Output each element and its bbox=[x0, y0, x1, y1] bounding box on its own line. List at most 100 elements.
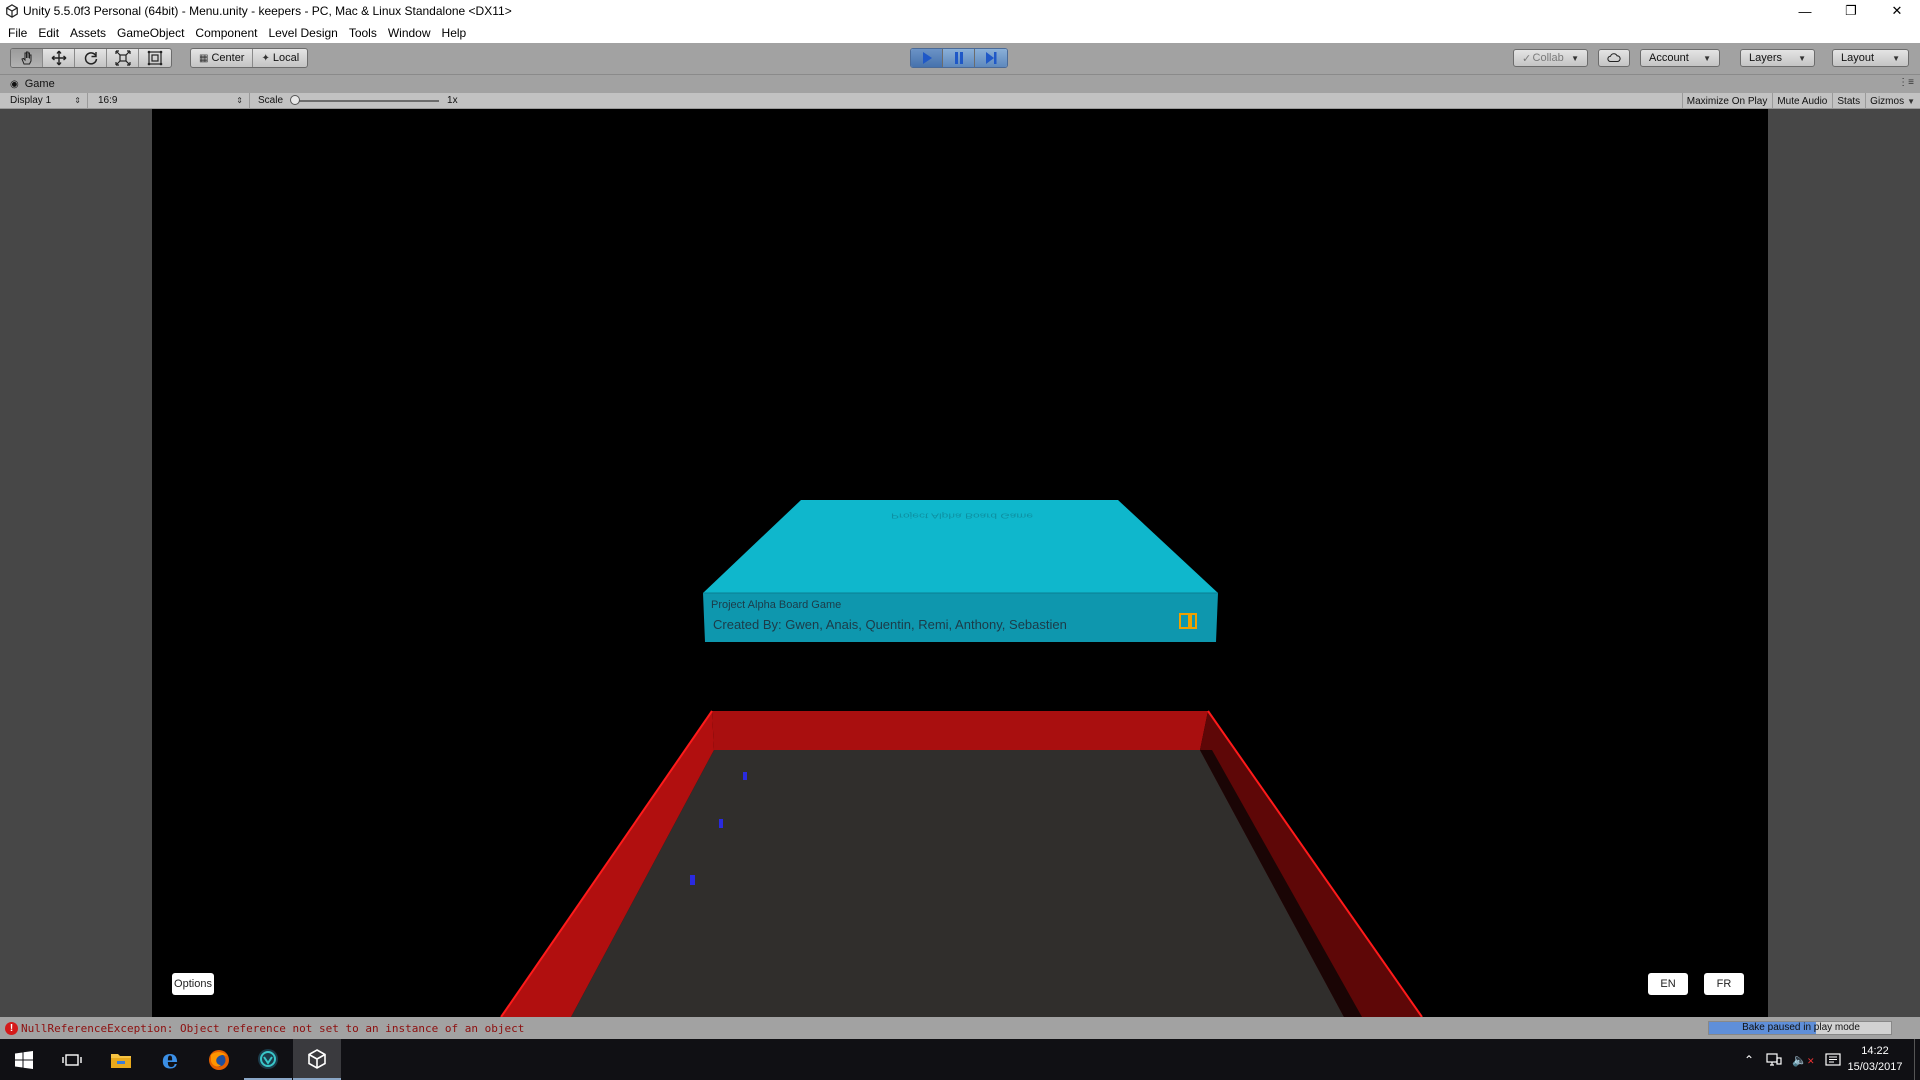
edge-button[interactable]: e bbox=[146, 1039, 194, 1080]
gizmos-dropdown[interactable]: Gizmos ▼ bbox=[1865, 93, 1920, 109]
menu-tools[interactable]: Tools bbox=[344, 26, 383, 40]
edge-icon: e bbox=[161, 1044, 179, 1075]
game-tab-label: Game bbox=[24, 78, 55, 90]
game-view-letterbox-right bbox=[1768, 109, 1920, 1017]
menu-edit[interactable]: Edit bbox=[33, 26, 65, 40]
close-button[interactable]: ✕ bbox=[1874, 0, 1920, 22]
scale-slider-thumb[interactable] bbox=[290, 94, 301, 105]
unity-logo-icon bbox=[6, 4, 18, 18]
restore-button[interactable]: ❐ bbox=[1828, 0, 1874, 22]
notifications-icon[interactable] bbox=[1824, 1052, 1841, 1067]
volume-muted-icon[interactable]: 🔈✕ bbox=[1792, 1053, 1815, 1067]
gizmos-label: Gizmos bbox=[1870, 95, 1905, 107]
check-icon: ✓ bbox=[1522, 52, 1532, 65]
menu-assets[interactable]: Assets bbox=[65, 26, 112, 40]
cloud-button[interactable] bbox=[1598, 49, 1630, 67]
scale-label: Scale bbox=[258, 95, 284, 106]
chevron-down-icon: ▼ bbox=[1703, 53, 1711, 63]
task-view-icon bbox=[62, 1053, 82, 1066]
play-controls bbox=[910, 48, 1008, 68]
transform-tools bbox=[10, 48, 172, 68]
menu-level-design[interactable]: Level Design bbox=[263, 26, 343, 40]
up-down-icon: ⇕ bbox=[74, 96, 81, 105]
rect-tool-button[interactable] bbox=[139, 49, 171, 67]
window-title: Unity 5.5.0f3 Personal (64bit) - Menu.un… bbox=[23, 4, 512, 18]
collab-button[interactable]: ✓ Collab ▼ bbox=[1513, 49, 1588, 67]
panel-menu-icon[interactable]: ⋮≡ bbox=[1898, 77, 1914, 88]
pivot-local-button[interactable]: ✦ Local bbox=[253, 49, 307, 67]
menu-window[interactable]: Window bbox=[383, 26, 437, 40]
stats-toggle[interactable]: Stats bbox=[1832, 93, 1865, 109]
menu-bar: File Edit Assets GameObject Component Le… bbox=[0, 22, 1920, 43]
play-button[interactable] bbox=[911, 49, 943, 67]
hand-tool-button[interactable] bbox=[11, 49, 43, 67]
firefox-button[interactable] bbox=[195, 1039, 243, 1080]
play-icon bbox=[922, 52, 932, 64]
menu-help[interactable]: Help bbox=[437, 26, 473, 40]
scale-slider[interactable] bbox=[290, 94, 440, 105]
layers-dropdown[interactable]: Layers ▼ bbox=[1740, 49, 1815, 67]
move-tool-button[interactable] bbox=[43, 49, 75, 67]
options-button[interactable]: Options bbox=[172, 973, 214, 995]
box-credits: Created By: Gwen, Anais, Quentin, Remi, … bbox=[713, 617, 1067, 632]
taskbar: e ⌃ 🔈✕ 14:22 15/03/2017 bbox=[0, 1039, 1920, 1080]
space-label: Local bbox=[272, 52, 300, 64]
show-desktop-button[interactable] bbox=[1914, 1039, 1920, 1080]
hand-icon bbox=[20, 51, 31, 65]
task-view-button[interactable] bbox=[48, 1039, 96, 1080]
language-en-button[interactable]: EN bbox=[1648, 973, 1688, 995]
pause-icon bbox=[954, 52, 963, 64]
taskbar-clock[interactable]: 14:22 15/03/2017 bbox=[1840, 1043, 1910, 1075]
game-piece bbox=[743, 772, 747, 780]
game-viewport[interactable]: Project Alpha Board Game Project Alpha B… bbox=[152, 109, 1768, 1017]
rotate-tool-button[interactable] bbox=[75, 49, 107, 67]
start-button[interactable] bbox=[0, 1039, 48, 1080]
step-button[interactable] bbox=[975, 49, 1007, 67]
box-top-text: Project Alpha Board Game bbox=[890, 511, 1034, 521]
app-icon bbox=[258, 1048, 278, 1069]
menu-component[interactable]: Component bbox=[190, 26, 263, 40]
network-icon[interactable] bbox=[1766, 1052, 1782, 1067]
display-dropdown[interactable]: Display 1 ⇕ bbox=[0, 92, 88, 109]
move-icon bbox=[51, 50, 66, 66]
mute-audio-toggle[interactable]: Mute Audio bbox=[1772, 93, 1832, 109]
clock-date: 15/03/2017 bbox=[1847, 1061, 1903, 1073]
unity-button[interactable] bbox=[293, 1039, 341, 1080]
scale-tool-button[interactable] bbox=[107, 49, 139, 67]
cloud-icon bbox=[1607, 53, 1621, 63]
chevron-up-icon[interactable]: ⌃ bbox=[1744, 1053, 1754, 1067]
game-tab[interactable]: ◉ Game bbox=[0, 78, 55, 90]
pivot-icon: ▦ bbox=[199, 52, 209, 64]
pivot-center-button[interactable]: ▦ Center bbox=[191, 49, 254, 67]
account-label: Account bbox=[1649, 52, 1689, 64]
minimize-button[interactable]: — bbox=[1782, 0, 1828, 22]
main-toolbar: ▦ Center ✦ Local ✓ Collab ▼ Account ▼ La… bbox=[0, 43, 1920, 75]
menu-gameobject[interactable]: GameObject bbox=[112, 26, 190, 40]
close-icon: ✕ bbox=[1891, 3, 1903, 18]
file-explorer-icon bbox=[111, 1053, 131, 1068]
aspect-label: 16:9 bbox=[98, 95, 118, 106]
error-message[interactable]: NullReferenceException: Object reference… bbox=[21, 1022, 524, 1035]
game-view-letterbox-left bbox=[0, 109, 152, 1017]
error-icon: ! bbox=[5, 1021, 18, 1035]
game-piece bbox=[690, 875, 695, 885]
start-icon bbox=[15, 1050, 33, 1069]
menu-file[interactable]: File bbox=[3, 26, 33, 40]
up-down-icon: ⇕ bbox=[236, 96, 243, 105]
rect-icon bbox=[147, 50, 163, 66]
file-explorer-button[interactable] bbox=[97, 1039, 145, 1080]
layout-dropdown[interactable]: Layout ▼ bbox=[1832, 49, 1909, 67]
account-dropdown[interactable]: Account ▼ bbox=[1640, 49, 1720, 67]
game-tab-bar: ◉ Game ⋮≡ bbox=[0, 75, 1920, 93]
bake-label: Bake paused in play mode bbox=[1742, 1022, 1860, 1033]
clock-time: 14:22 bbox=[1861, 1045, 1889, 1057]
chevron-down-icon: ▼ bbox=[1571, 53, 1579, 63]
rotate-icon bbox=[84, 52, 97, 65]
app-button[interactable] bbox=[244, 1039, 292, 1080]
language-fr-button[interactable]: FR bbox=[1704, 973, 1744, 995]
pause-button[interactable] bbox=[943, 49, 975, 67]
board-back-wall bbox=[712, 711, 1208, 750]
layers-label: Layers bbox=[1749, 52, 1783, 64]
aspect-dropdown[interactable]: 16:9 ⇕ bbox=[88, 92, 250, 109]
maximize-on-play-toggle[interactable]: Maximize On Play bbox=[1681, 93, 1773, 109]
